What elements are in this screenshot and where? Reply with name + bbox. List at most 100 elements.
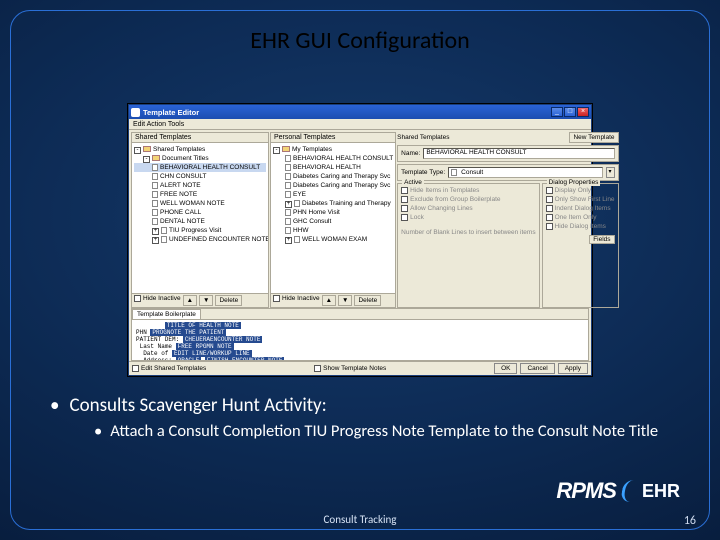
logo-rpms-text: RPMS	[556, 478, 616, 504]
doc-icon	[152, 182, 158, 189]
bullet-icon: •	[50, 394, 59, 417]
hide-inactive-label: Hide Inactive	[282, 295, 320, 306]
doc-icon	[152, 200, 158, 207]
ok-button[interactable]: OK	[494, 363, 517, 374]
tiu-field: FINISH ENCOUNTER NOTE	[205, 357, 285, 360]
list-item[interactable]: TIU Progress Visit	[169, 227, 221, 234]
doc-icon	[152, 164, 158, 171]
personal-tree[interactable]: -My Templates BEHAVIORAL HEALTH CONSULT …	[271, 143, 395, 293]
maximize-button[interactable]: □	[564, 107, 576, 117]
name-input[interactable]: BEHAVIORAL HEALTH CONSULT	[423, 148, 614, 159]
tiu-field: FREE RPGMN NOTE	[176, 343, 234, 350]
preview-line: Address:	[143, 357, 172, 360]
chk-label: Display Only	[555, 186, 591, 195]
checkbox[interactable]	[273, 295, 280, 302]
tab-boilerplate[interactable]: Template Boilerplate	[132, 309, 201, 319]
list-item[interactable]: ALERT NOTE	[160, 182, 201, 189]
checkbox[interactable]	[546, 205, 553, 212]
checkbox[interactable]	[546, 223, 553, 230]
checkbox[interactable]	[134, 295, 141, 302]
doc-icon	[294, 236, 300, 243]
expand-icon[interactable]: -	[143, 156, 150, 163]
apply-button[interactable]: Apply	[558, 363, 588, 374]
tiu-field: PROGNOTE THE PATIENT	[150, 329, 226, 336]
minimize-button[interactable]: _	[551, 107, 563, 117]
template-editor-window: Template Editor _ □ × Edit Action Tools …	[128, 104, 592, 376]
expand-icon[interactable]: -	[273, 147, 280, 154]
move-down-button[interactable]: ▼	[199, 295, 213, 306]
list-item[interactable]: PHONE CALL	[160, 209, 201, 216]
type-label: Template Type:	[401, 169, 445, 176]
move-up-button[interactable]: ▲	[322, 295, 336, 306]
list-item[interactable]: WELL WOMAN EXAM	[302, 236, 367, 243]
folder-icon	[152, 155, 160, 161]
checkbox[interactable]	[401, 214, 408, 221]
preview-line: PATIENT DEM:	[136, 336, 179, 343]
chk-label: Hide Dialog Items	[555, 222, 606, 231]
doc-icon	[285, 173, 291, 180]
checkbox[interactable]	[132, 365, 139, 372]
doc-icon	[152, 191, 158, 198]
page-number: 16	[684, 514, 696, 528]
bullet-level1: Consults Scavenger Hunt Activity:	[69, 394, 326, 417]
list-item[interactable]: Document Titles	[162, 155, 209, 162]
list-item[interactable]: Diabetes Training and Therapy	[302, 200, 391, 207]
checkbox[interactable]	[401, 187, 408, 194]
list-item[interactable]: BEHAVIORAL HEALTH	[293, 164, 361, 171]
list-item[interactable]: PHN Home Visit	[293, 209, 340, 216]
checkbox[interactable]	[401, 196, 408, 203]
menubar[interactable]: Edit Action Tools	[129, 119, 591, 130]
list-item[interactable]: EYE	[293, 191, 306, 198]
shared-header: Shared Templates	[132, 133, 268, 143]
list-item[interactable]: UNDEFINED ENCOUNTER NOTE	[169, 236, 268, 243]
chk-label: Hide Items in Templates	[410, 186, 479, 195]
boilerplate-text[interactable]: TITLE OF HEALTH NOTE PHN PROGNOTE THE PA…	[132, 320, 588, 360]
list-item[interactable]: My Templates	[292, 146, 332, 153]
delete-button[interactable]: Delete	[215, 295, 242, 306]
checkbox[interactable]	[546, 214, 553, 221]
chk-label: Lock	[410, 213, 424, 222]
type-value: Consult	[461, 169, 483, 176]
chk-label: Exclude from Group Boilerplate	[410, 195, 500, 204]
chk-label: One Item Only	[555, 213, 597, 222]
list-item[interactable]: WELL WOMAN NOTE	[160, 200, 225, 207]
expand-icon[interactable]: +	[152, 228, 159, 235]
dialog-properties-group: Dialog Properties Display Only Only Show…	[542, 183, 619, 308]
expand-icon[interactable]: +	[152, 237, 159, 244]
type-dropdown[interactable]: ▾	[606, 167, 615, 178]
delete-button[interactable]: Delete	[354, 295, 381, 306]
expand-icon[interactable]: +	[285, 201, 292, 208]
personal-templates-panel: Personal Templates - My Templates BEHAVIO…	[270, 132, 396, 308]
app-icon	[131, 108, 140, 117]
new-template-button[interactable]: New Template	[569, 132, 618, 143]
cancel-button[interactable]: Cancel	[520, 363, 554, 374]
list-item[interactable]: Shared Templates	[153, 146, 205, 153]
bullet-icon: •	[94, 421, 102, 442]
checkbox[interactable]	[401, 205, 408, 212]
checkbox[interactable]	[546, 196, 553, 203]
logo-swoosh-icon	[620, 480, 638, 502]
titlebar[interactable]: Template Editor _ □ ×	[129, 105, 591, 119]
shared-tree[interactable]: -Shared Templates -Document Titles BEHAV…	[132, 143, 268, 293]
list-item[interactable]: CHN CONSULT	[160, 173, 206, 180]
doc-icon	[152, 209, 158, 216]
list-item[interactable]: FREE NOTE	[160, 191, 197, 198]
list-item[interactable]: DENTAL NOTE	[160, 218, 205, 225]
move-up-button[interactable]: ▲	[183, 295, 197, 306]
expand-icon[interactable]: +	[285, 237, 292, 244]
list-item[interactable]: BEHAVIORAL HEALTH CONSULT	[160, 164, 260, 171]
personal-header: Personal Templates	[271, 133, 395, 143]
move-down-button[interactable]: ▼	[338, 295, 352, 306]
fields-button[interactable]: Fields	[589, 235, 614, 244]
expand-icon[interactable]: -	[134, 147, 141, 154]
checkbox[interactable]	[314, 365, 321, 372]
checkbox[interactable]	[546, 187, 553, 194]
close-button[interactable]: ×	[577, 107, 589, 117]
list-item[interactable]: BEHAVIORAL HEALTH CONSULT	[293, 155, 393, 162]
window-title: Template Editor	[143, 108, 199, 117]
list-item[interactable]: GHC Consult	[293, 218, 331, 225]
slide: EHR GUI Configuration Template Editor _ …	[0, 0, 720, 540]
list-item[interactable]: HHW	[293, 227, 309, 234]
list-item[interactable]: Diabetes Caring and Therapy Svc	[293, 182, 390, 189]
list-item[interactable]: Diabetes Caring and Therapy Svc	[293, 173, 390, 180]
